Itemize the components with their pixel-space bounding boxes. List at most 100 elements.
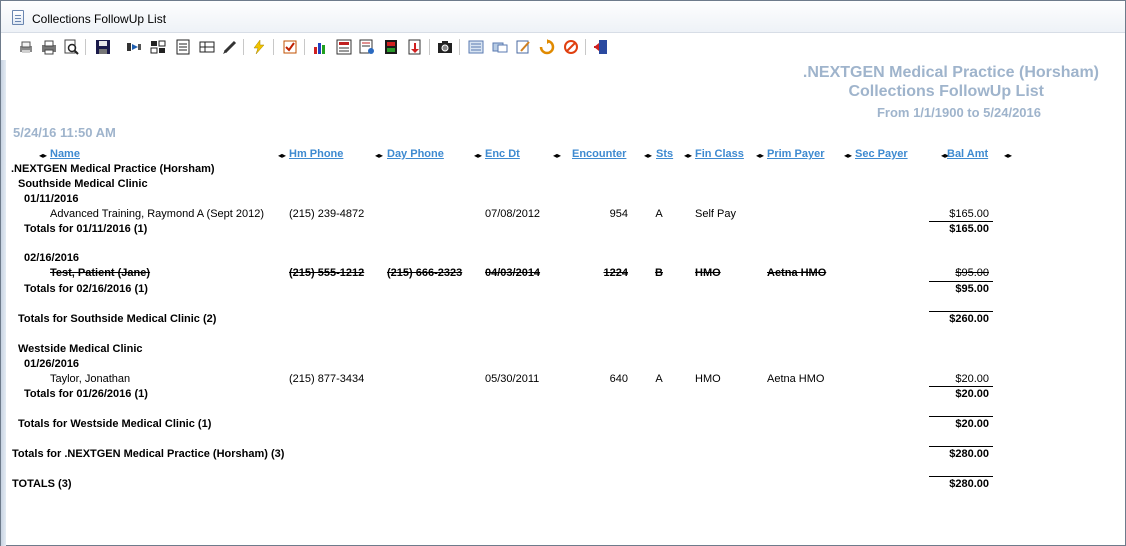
toolbar: [1, 34, 1125, 60]
column-header-hm-phone[interactable]: Hm Phone: [289, 148, 343, 160]
report-edit-icon[interactable]: [358, 38, 376, 56]
date-group-label: 02/16/2016: [24, 252, 80, 264]
subtotal-rule: [929, 281, 993, 282]
column-header-bal-amt[interactable]: Bal Amt: [947, 148, 988, 160]
column-resize-handle[interactable]: ◂▸: [375, 151, 383, 160]
cell-hm-phone: (215) 239-4872: [289, 208, 365, 220]
cell-enc-dt: 07/08/2012: [485, 208, 541, 220]
column-header-sts[interactable]: Sts: [656, 148, 673, 160]
list-icon[interactable]: [467, 38, 485, 56]
location-total-label: Totals for Southside Medical Clinic (2): [18, 313, 217, 325]
camera-icon[interactable]: [436, 38, 454, 56]
location-total-label: Totals for Westside Medical Clinic (1): [18, 418, 212, 430]
column-header-encounter[interactable]: Encounter: [572, 148, 626, 160]
date-group-label: 01/11/2016: [24, 193, 79, 205]
column-resize-handle[interactable]: ◂▸: [684, 151, 692, 160]
print-preview-icon[interactable]: [62, 38, 80, 56]
refresh-icon[interactable]: [538, 38, 556, 56]
column-header-name[interactable]: Name: [50, 148, 80, 160]
message-icon[interactable]: [491, 38, 509, 56]
date-total-amount: $95.00: [955, 283, 989, 295]
practice-total-label: Totals for .NEXTGEN Medical Practice (Ho…: [12, 448, 285, 460]
cell-prim-payer: Aetna HMO: [767, 267, 827, 279]
cell-name: Taylor, Jonathan: [50, 373, 131, 385]
cell-fin-class: HMO: [695, 373, 721, 385]
cell-encounter: 954: [609, 208, 628, 220]
column-resize-handle[interactable]: ◂▸: [756, 151, 764, 160]
columns-icon[interactable]: [198, 38, 216, 56]
grand-total-rule: [929, 476, 993, 477]
exit-icon[interactable]: [592, 38, 610, 56]
toolbar-separator: [304, 39, 305, 55]
document-icon: [12, 10, 24, 25]
barcode-icon[interactable]: [149, 38, 167, 56]
report-chart-icon[interactable]: [335, 38, 353, 56]
export-doc-icon[interactable]: [406, 38, 424, 56]
cell-prim-payer: Aetna HMO: [767, 373, 825, 385]
practice-header: .NEXTGEN Medical Practice (Horsham): [802, 64, 1099, 81]
column-header-enc-dt[interactable]: Enc Dt: [485, 148, 520, 160]
column-resize-handle[interactable]: ◂▸: [1004, 151, 1012, 160]
cell-encounter: 640: [609, 373, 628, 385]
checklist-icon[interactable]: [281, 38, 299, 56]
toolbar-separator: [85, 39, 86, 55]
location-total-amount: $20.00: [955, 418, 989, 430]
cell-enc-dt: 05/30/2011: [485, 373, 540, 385]
toolbar-separator: [459, 39, 460, 55]
cell-sts: A: [655, 208, 663, 220]
save-icon[interactable]: [94, 38, 112, 56]
lightning-icon[interactable]: [250, 38, 268, 56]
column-resize-handle[interactable]: ◂▸: [474, 151, 482, 160]
cell-fin-class: Self Pay: [695, 208, 736, 220]
note-edit-icon[interactable]: [514, 38, 532, 56]
toolbar-separator: [429, 39, 430, 55]
cell-bal-amt: $20.00: [955, 373, 989, 385]
report-margin: [1, 60, 6, 546]
column-header-day-phone[interactable]: Day Phone: [387, 148, 444, 160]
date-range: From 1/1/1900 to 5/24/2016: [876, 105, 1041, 120]
report-timestamp: 5/24/16 11:50 AM: [13, 125, 116, 140]
column-header-sec-payer[interactable]: Sec Payer: [855, 148, 908, 160]
column-resize-handle[interactable]: ◂▸: [553, 151, 561, 160]
report-title: Collections FollowUp List: [848, 83, 1044, 100]
cell-day-phone: (215) 666-2323: [387, 267, 463, 279]
column-header-prim-payer[interactable]: Prim Payer: [767, 148, 824, 160]
cell-hm-phone: (215) 555-1212: [289, 267, 365, 279]
practice-group-label: .NEXTGEN Medical Practice (Horsham): [11, 163, 215, 175]
cell-bal-amt: $95.00: [955, 267, 989, 279]
window-title: Collections FollowUp List: [32, 12, 167, 26]
column-header-fin-class[interactable]: Fin Class: [695, 148, 744, 160]
practice-total-amount: $280.00: [949, 448, 989, 460]
cell-hm-phone: (215) 877-3434: [289, 373, 365, 385]
subtotal-rule: [929, 446, 993, 447]
cell-sts: B: [655, 267, 663, 279]
toolbar-separator: [585, 39, 586, 55]
print-icon[interactable]: [40, 38, 58, 56]
column-resize-handle[interactable]: ◂▸: [844, 151, 852, 160]
cancel-icon[interactable]: [562, 38, 580, 56]
column-resize-handle[interactable]: ◂▸: [39, 151, 47, 160]
subtotal-rule: [929, 311, 993, 312]
pen-icon[interactable]: [221, 38, 239, 56]
bar-chart-icon[interactable]: [311, 38, 329, 56]
date-total-label: Totals for 01/26/2016 (1): [24, 388, 148, 400]
print-setup-icon[interactable]: [17, 38, 35, 56]
date-total-label: Totals for 02/16/2016 (1): [24, 283, 148, 295]
date-total-label: Totals for 01/11/2016 (1): [24, 223, 148, 235]
grand-total-label: TOTALS (3): [12, 478, 72, 490]
cell-fin-class: HMO: [695, 267, 721, 279]
toolbar-separator: [243, 39, 244, 55]
subtotal-rule: [929, 221, 993, 222]
cell-name: Advanced Training, Raymond A (Sept 2012): [50, 208, 265, 220]
cell-enc-dt: 04/03/2014: [485, 267, 541, 279]
column-resize-handle[interactable]: ◂▸: [278, 151, 286, 160]
location-group-label: Southside Medical Clinic: [18, 178, 148, 190]
location-total-amount: $260.00: [949, 313, 989, 325]
form-icon[interactable]: [174, 38, 192, 56]
date-total-amount: $20.00: [955, 388, 989, 400]
column-resize-handle[interactable]: ◂▸: [644, 151, 652, 160]
cell-encounter: 1224: [603, 267, 628, 279]
subtotal-rule: [929, 416, 993, 417]
book-icon[interactable]: [382, 38, 400, 56]
export-icon[interactable]: [125, 38, 143, 56]
